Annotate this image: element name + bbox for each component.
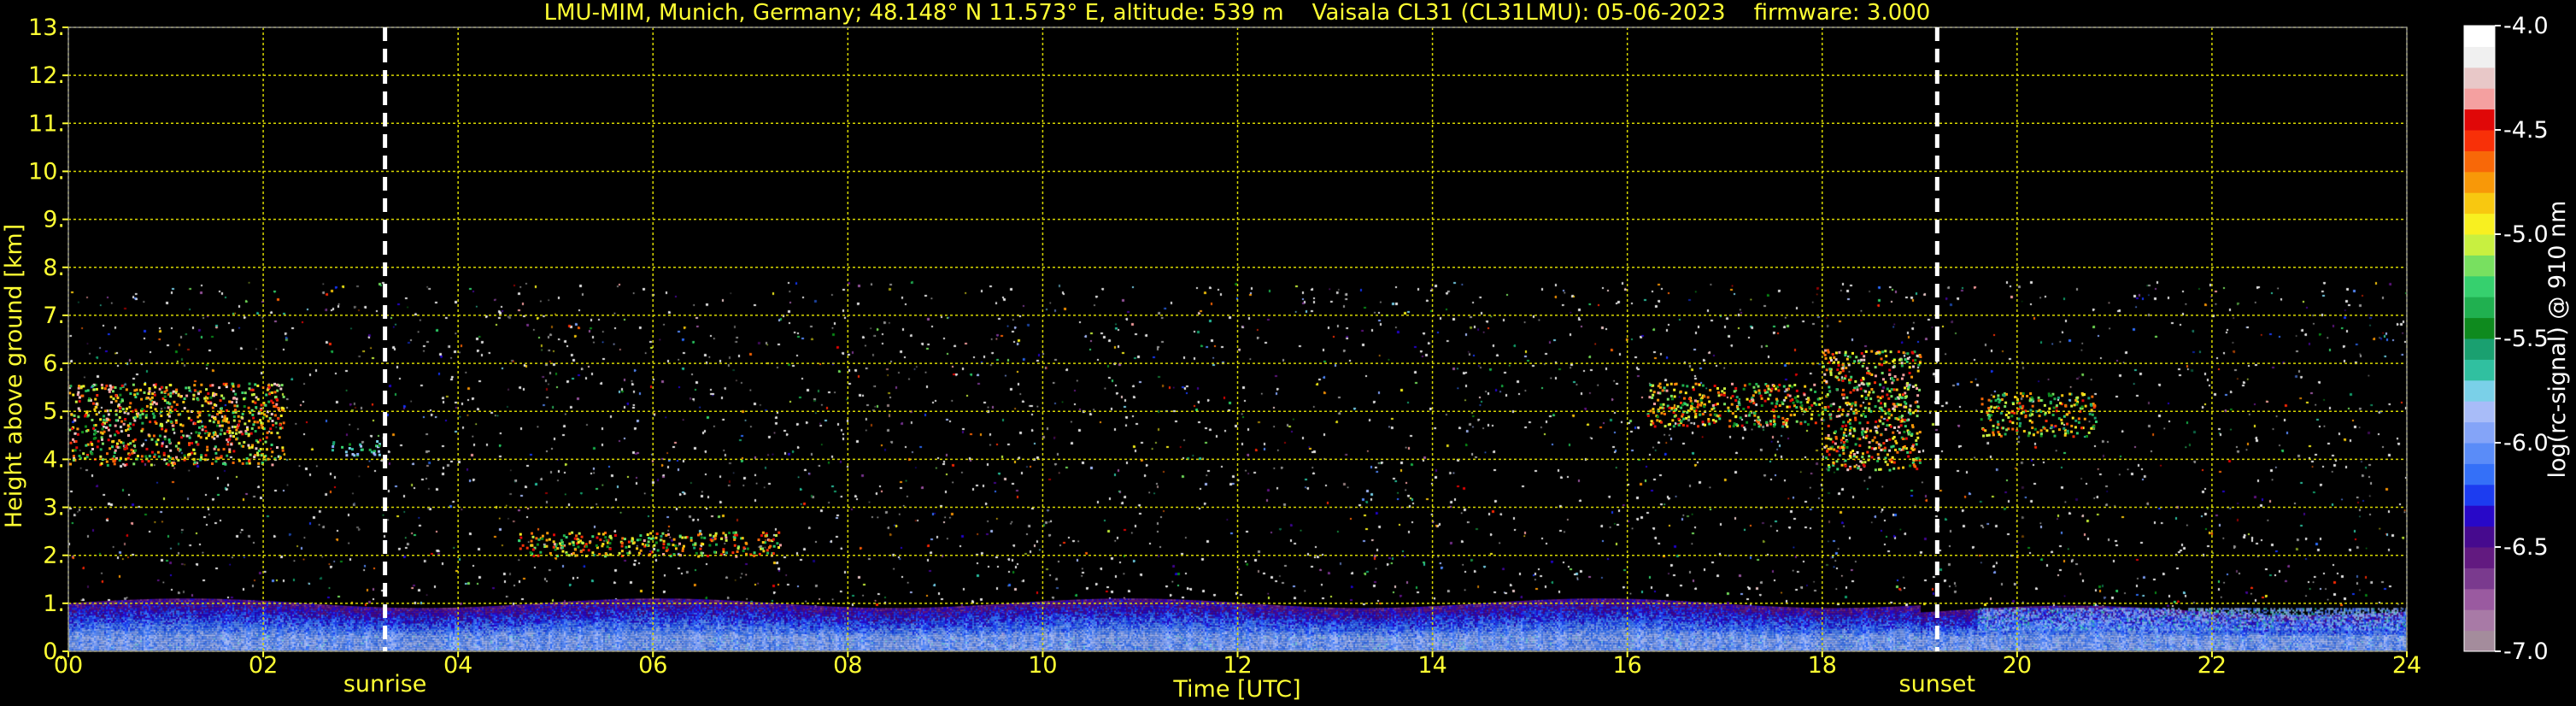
ceilometer-chart: LMU-MIM, Munich, Germany; 48.148° N 11.5…	[0, 0, 2576, 706]
colorbar-swatch	[2464, 630, 2495, 652]
colorbar-swatch	[2464, 359, 2495, 381]
colorbar-swatch	[2464, 568, 2495, 590]
y-tick-label: 5.	[43, 398, 65, 425]
colorbar-tick-label: -4.5	[2503, 117, 2549, 144]
colorbar-swatch	[2464, 130, 2495, 151]
x-tick-label: 18	[1808, 652, 1837, 679]
x-tick-label: 24	[2392, 652, 2421, 679]
colorbar-swatch	[2464, 46, 2495, 68]
colorbar-swatch	[2464, 192, 2495, 215]
colorbar-swatch	[2464, 379, 2495, 402]
marker-label: sunrise	[343, 671, 427, 697]
colorbar-tick-label: -6.5	[2503, 534, 2549, 561]
x-tick-label: 02	[249, 652, 278, 679]
colorbar-swatch	[2464, 150, 2495, 173]
colorbar-swatch	[2464, 213, 2495, 235]
colorbar-swatch	[2464, 526, 2495, 548]
colorbar-swatch	[2464, 26, 2495, 47]
y-tick-label: 7.	[43, 303, 65, 329]
marker-label: sunset	[1899, 671, 1976, 697]
colorbar-swatch	[2464, 505, 2495, 527]
colorbar-swatch	[2464, 443, 2495, 464]
y-tick-label: 3.	[43, 495, 65, 521]
colorbar-swatch	[2464, 484, 2495, 506]
colorbar-swatch	[2464, 463, 2495, 485]
colorbar-swatch	[2464, 547, 2495, 568]
x-tick-label: 12	[1223, 652, 1252, 679]
y-tick-label: 9.	[43, 207, 65, 233]
colorbar-swatch	[2464, 171, 2495, 193]
colorbar-swatch	[2464, 297, 2495, 319]
y-tick-label: 13.	[28, 15, 65, 41]
colorbar-swatch	[2464, 109, 2495, 131]
y-tick-label: 4.	[43, 446, 65, 473]
y-tick-label: 0.	[43, 638, 65, 665]
x-tick-label: 22	[2198, 652, 2227, 679]
x-tick-label: 10	[1028, 652, 1057, 679]
x-tick-label: 08	[833, 652, 862, 679]
y-tick-label: 11.	[28, 110, 65, 137]
colorbar-swatch	[2464, 255, 2495, 277]
y-tick-label: 2.	[43, 543, 65, 569]
colorbar-tick-label: -4.0	[2503, 13, 2549, 39]
x-tick-label: 14	[1417, 652, 1446, 679]
colorbar-label: log(rc-signal) @ 910 nm	[2544, 201, 2571, 479]
colorbar-swatch	[2464, 588, 2495, 610]
x-tick-label: 06	[638, 652, 667, 679]
y-tick-label: 10.	[28, 158, 65, 185]
y-tick-label: 6.	[43, 350, 65, 377]
y-tick-label: 12.	[28, 62, 65, 89]
chart-title: LMU-MIM, Munich, Germany; 48.148° N 11.5…	[544, 0, 1931, 26]
colorbar-tick-label: -6.0	[2503, 430, 2549, 456]
colorbar-tick-label: -5.5	[2503, 326, 2549, 352]
colorbar-swatch	[2464, 88, 2495, 110]
colorbar-swatch	[2464, 421, 2495, 444]
y-tick-label: 8.	[43, 255, 65, 281]
y-tick-label: 1.	[43, 591, 65, 617]
colorbar-tick-label: -7.0	[2503, 638, 2549, 665]
colorbar-swatch	[2464, 338, 2495, 360]
colorbar-swatch	[2464, 234, 2495, 256]
colorbar-swatch	[2464, 401, 2495, 423]
colorbar-tick-label: -5.0	[2503, 221, 2549, 248]
x-tick-label: 20	[2003, 652, 2032, 679]
colorbar-swatch	[2464, 317, 2495, 339]
x-tick-label: 04	[443, 652, 472, 679]
y-axis-label: Height above ground [km]	[1, 224, 27, 528]
x-axis-label: Time [UTC]	[1172, 676, 1300, 703]
colorbar-swatch	[2464, 67, 2495, 89]
x-tick-label: 16	[1612, 652, 1641, 679]
colorbar-swatch	[2464, 275, 2495, 297]
colorbar-swatch	[2464, 609, 2495, 632]
